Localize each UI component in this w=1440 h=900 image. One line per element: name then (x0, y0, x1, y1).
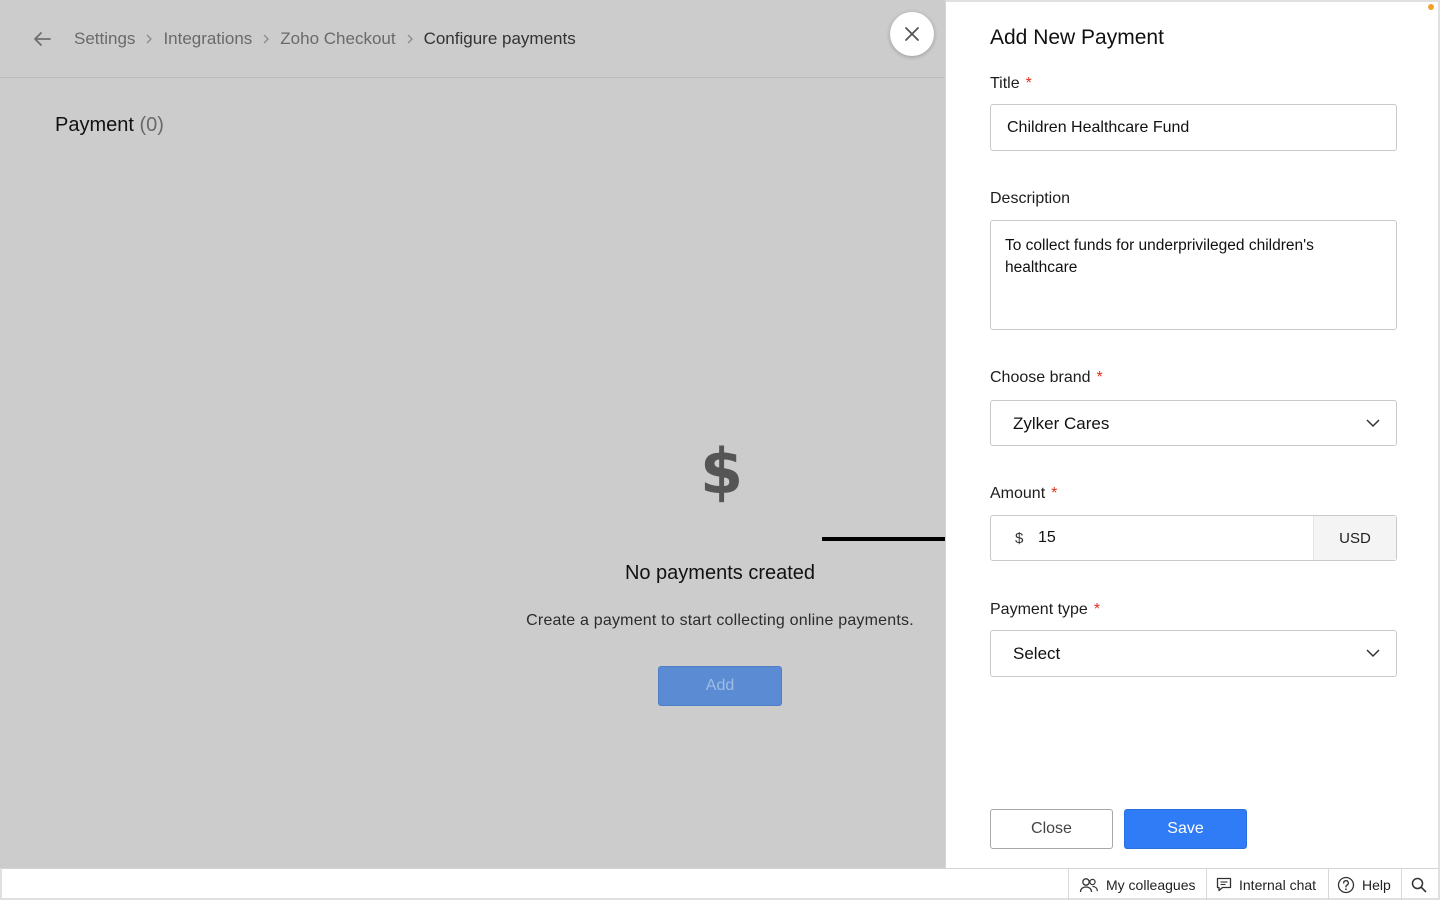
brand-select-value: Zylker Cares (1013, 414, 1110, 433)
required-mark: * (1025, 75, 1032, 92)
payment-type-select[interactable]: Select (990, 630, 1397, 677)
internal-chat-button[interactable]: Internal chat (1206, 869, 1328, 900)
breadcrumb-zoho-checkout[interactable]: Zoho Checkout (280, 29, 395, 49)
breadcrumb-settings[interactable]: Settings (74, 29, 135, 49)
payment-type-label-text: Payment type (990, 601, 1088, 618)
chevron-down-icon (1366, 419, 1380, 428)
required-mark: * (1096, 369, 1103, 386)
amount-value: 15 (1038, 529, 1056, 546)
required-mark: * (1051, 485, 1058, 502)
search-button[interactable] (1401, 869, 1438, 900)
chevron-right-icon (396, 31, 424, 47)
panel-title: Add New Payment (990, 26, 1164, 49)
my-colleagues-button[interactable]: My colleagues (1068, 869, 1206, 900)
notification-dot (1428, 4, 1434, 10)
background-page: Settings Integrations Zoho Checkout Conf… (0, 0, 945, 868)
page-title: Payment (0) (55, 114, 164, 137)
description-textarea[interactable]: To collect funds for underprivileged chi… (990, 220, 1397, 330)
title-label-text: Title (990, 75, 1020, 92)
payment-type-label: Payment type * (990, 601, 1100, 619)
payment-heading-label: Payment (55, 114, 134, 136)
empty-state-title: No payments created (624, 562, 816, 584)
help-label: Help (1362, 876, 1391, 893)
help-icon (1337, 876, 1355, 893)
payment-count: (0) (139, 114, 164, 136)
currency-code: USD (1313, 516, 1396, 560)
status-bar: My colleagues Internal chat Help (0, 868, 1440, 900)
close-panel-button[interactable] (890, 12, 934, 56)
brand-label: Choose brand * (990, 369, 1103, 387)
required-mark: * (1093, 601, 1101, 618)
brand-label-text: Choose brand (990, 369, 1091, 386)
save-button[interactable]: Save (1124, 809, 1247, 849)
amount-input[interactable]: $ 15 USD (990, 515, 1397, 561)
description-label: Description (990, 190, 1071, 207)
top-bar: Settings Integrations Zoho Checkout Conf… (0, 0, 945, 78)
title-input-value: Children Healthcare Fund (1007, 119, 1190, 136)
breadcrumb: Settings Integrations Zoho Checkout Conf… (74, 29, 576, 49)
amount-label: Amount * (990, 485, 1057, 503)
title-input[interactable]: Children Healthcare Fund (990, 104, 1397, 151)
breadcrumb-configure-payments: Configure payments (423, 29, 576, 48)
currency-symbol: $ (1015, 530, 1024, 547)
chevron-right-icon (252, 31, 280, 47)
description-value: To collect funds for underprivileged chi… (1005, 237, 1314, 276)
dollar-icon: $ (700, 435, 744, 508)
payment-type-value: Select (1013, 644, 1061, 663)
amount-label-text: Amount (990, 485, 1046, 502)
breadcrumb-integrations[interactable]: Integrations (163, 29, 252, 49)
my-colleagues-label: My colleagues (1106, 876, 1196, 893)
close-icon (905, 27, 919, 41)
empty-state: $ No payments created Create a payment t… (496, 435, 944, 706)
internal-chat-label: Internal chat (1239, 876, 1317, 893)
close-button[interactable]: Close (990, 809, 1113, 849)
chevron-right-icon (135, 31, 163, 47)
back-arrow-icon[interactable] (30, 27, 54, 51)
people-icon (1079, 877, 1098, 892)
search-icon (1411, 877, 1427, 892)
chat-icon (1216, 877, 1232, 892)
add-payment-panel: Add New Payment Title * Children Healthca… (945, 0, 1440, 868)
brand-select[interactable]: Zylker Cares (990, 400, 1397, 446)
help-button[interactable]: Help (1328, 869, 1401, 900)
title-label: Title * (990, 75, 1032, 93)
add-payment-button[interactable]: Add (658, 666, 782, 706)
chevron-down-icon (1366, 649, 1380, 658)
empty-state-description: Create a payment to start collecting onl… (526, 612, 914, 629)
